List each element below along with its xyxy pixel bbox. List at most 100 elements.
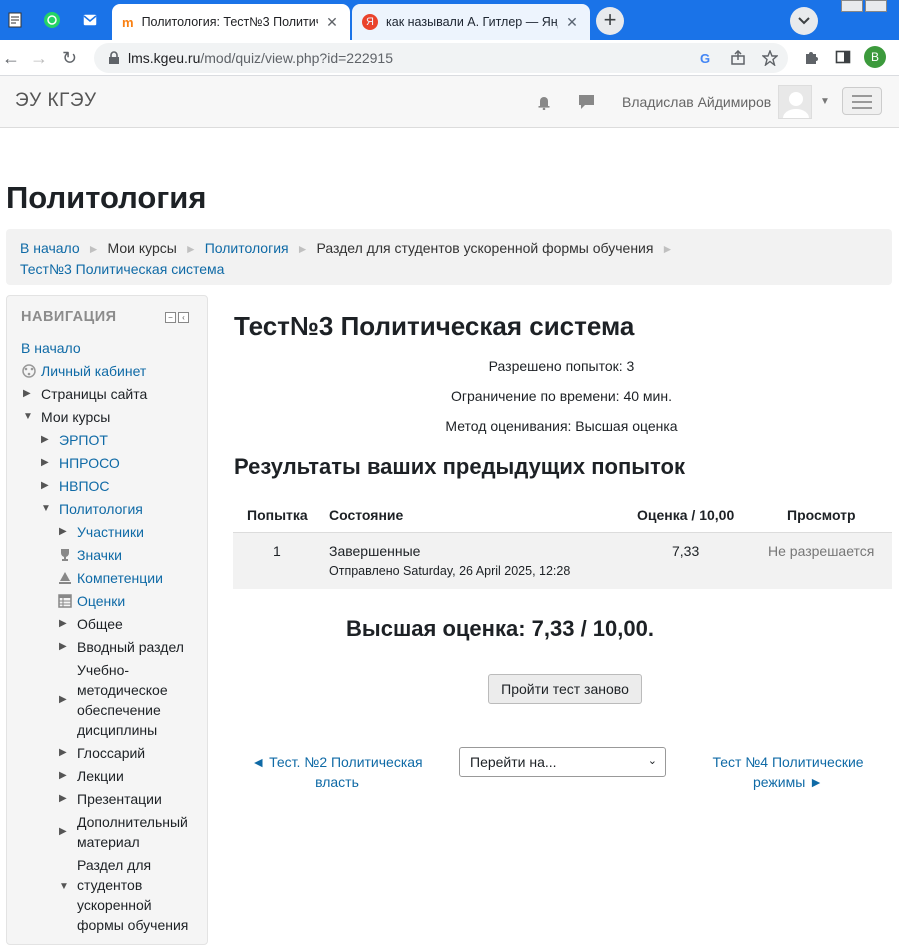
collapse-block-icon[interactable]: − [165, 312, 176, 323]
nav-item-label: Мои курсы [41, 409, 111, 425]
site-brand[interactable]: ЭУ КГЭУ [15, 90, 97, 112]
chevron-down-icon: ⌄ [647, 755, 657, 767]
best-grade: Высшая оценка: 7,33 / 10,00. [346, 616, 654, 641]
share-icon[interactable] [730, 49, 746, 71]
svg-text:G: G [700, 51, 710, 66]
breadcrumb-course[interactable]: Политология [205, 240, 289, 256]
breadcrumb-section[interactable]: Раздел для студентов ускоренной формы об… [317, 240, 654, 256]
nav-item-course-nvpos[interactable]: ▶ НВПОС [41, 476, 110, 496]
close-tab-icon[interactable]: ✕ [324, 14, 340, 31]
table-header-row: Попытка Состояние Оценка / 10,00 Просмот… [233, 497, 892, 533]
attempt-review-status: Не разрешается [768, 543, 875, 559]
dock-block-icon[interactable]: ‹ [178, 312, 189, 323]
jump-to-select[interactable]: Перейти на... ⌄ [459, 747, 666, 777]
grading-method: Метод оценивания: Высшая оценка [445, 418, 678, 434]
side-panel-icon[interactable] [835, 49, 851, 69]
nav-item-methodical-support[interactable]: ▶ Учебно-методическое обеспечение дисципл… [59, 660, 199, 740]
nav-item-badges[interactable]: Значки [55, 545, 122, 565]
profile-avatar[interactable]: B [864, 46, 886, 68]
attempts-allowed: Разрешено попыток: 3 [488, 358, 635, 374]
nav-item-dashboard[interactable]: Личный кабинет [19, 361, 146, 381]
nav-item-intro-section[interactable]: ▶ Вводный раздел [59, 637, 184, 657]
notifications-bell-icon[interactable] [536, 94, 552, 115]
nav-item-grades[interactable]: Оценки [55, 591, 125, 611]
nav-item-site-pages[interactable]: ▶ Страницы сайта [23, 384, 147, 404]
close-tab-icon[interactable]: ✕ [564, 14, 580, 31]
google-translate-icon[interactable]: G [698, 50, 714, 71]
previous-activity-link[interactable]: ◄ Тест. №2 Политическая власть [246, 752, 428, 792]
lock-icon[interactable] [108, 51, 120, 65]
nav-item-my-courses[interactable]: ▼ Мои курсы [23, 407, 110, 427]
tab-yandex-search[interactable]: Я как называли А. Гитлер — Янде ✕ [352, 4, 590, 40]
nav-item-label: Значки [77, 547, 122, 563]
nav-item-additional-material[interactable]: ▶ Дополнительный материал [59, 812, 199, 852]
breadcrumb-quiz[interactable]: Тест№3 Политическая система [20, 261, 224, 277]
nav-item-label: Лекции [77, 768, 124, 784]
nav-item-lectures[interactable]: ▶ Лекции [59, 766, 124, 786]
back-arrow-icon[interactable]: ← [2, 48, 20, 68]
minimize-icon[interactable] [841, 0, 863, 12]
user-avatar[interactable] [778, 85, 812, 119]
messages-chat-icon[interactable] [578, 94, 595, 115]
attempt-grade: 7,33 [672, 543, 700, 559]
expand-arrow-icon: ▶ [59, 641, 67, 652]
browser-tab-bar: m Политология: Тест№3 Политиче ✕ Я как н… [0, 0, 899, 40]
navigation-block: НАВИГАЦИЯ − ‹ В начало Личный кабинет ▶ С… [6, 295, 208, 945]
nav-item-course-erpot[interactable]: ▶ ЭРПОТ [41, 430, 108, 450]
nav-item-course-politology[interactable]: ▼ Политология [41, 499, 143, 519]
browser-toolbar: ← → ↻ lms.kgeu.ru/mod/quiz/view.php?id=2… [0, 40, 899, 76]
breadcrumb-separator-icon: ► [184, 242, 197, 256]
tab-search-chevron-icon[interactable] [790, 7, 818, 35]
next-activity-link[interactable]: Тест №4 Политические режимы ► [708, 752, 868, 792]
nav-item-label: Политология [59, 501, 143, 517]
expand-arrow-icon: ▶ [59, 770, 67, 781]
nav-item-label: Участники [77, 524, 144, 540]
address-bar[interactable]: lms.kgeu.ru/mod/quiz/view.php?id=222915 … [94, 43, 788, 73]
navigation-heading: НАВИГАЦИЯ [21, 309, 117, 325]
extensions-puzzle-icon[interactable] [803, 49, 819, 69]
nav-item-accelerated-section[interactable]: ▼ Раздел для студентов ускоренной формы о… [59, 855, 199, 935]
results-heading: Результаты ваших предыдущих попыток [234, 454, 685, 479]
nav-item-general[interactable]: ▶ Общее [59, 614, 123, 634]
moodle-favicon-icon: m [122, 14, 134, 30]
forward-arrow-icon[interactable]: → [30, 48, 48, 68]
pinned-tab-whatsapp-icon[interactable] [38, 6, 66, 34]
attempt-number: 1 [273, 543, 281, 559]
user-name[interactable]: Владислав Айдимиров [622, 94, 771, 110]
nav-item-label: НВПОС [59, 478, 110, 494]
retry-quiz-button[interactable]: Пройти тест заново [488, 674, 642, 704]
window-controls [839, 0, 887, 12]
nav-item-label: Общее [77, 616, 123, 632]
nav-item-glossary[interactable]: ▶ Глоссарий [59, 743, 145, 763]
hamburger-menu-button[interactable] [842, 87, 882, 115]
attempt-state: Завершенные [329, 543, 421, 559]
breadcrumb-separator-icon: ► [661, 242, 674, 256]
collapse-arrow-icon: ▼ [41, 503, 51, 514]
breadcrumb-home[interactable]: В начало [20, 240, 80, 256]
maximize-icon[interactable] [865, 0, 887, 12]
collapse-arrow-icon: ▼ [23, 411, 33, 422]
expand-arrow-icon: ▶ [59, 618, 67, 629]
pinned-tab-mail-icon[interactable] [76, 6, 104, 34]
nav-item-participants[interactable]: ▶ Участники [59, 522, 144, 542]
reload-icon[interactable]: ↻ [62, 48, 77, 68]
pinned-tab-notes-icon[interactable] [2, 6, 30, 34]
nav-item-label: Оценки [77, 593, 126, 609]
bookmark-star-icon[interactable] [761, 49, 779, 71]
nav-item-competencies[interactable]: Компетенции [55, 568, 163, 588]
tab-moodle-quiz[interactable]: m Политология: Тест№3 Политиче ✕ [112, 4, 350, 40]
user-menu-caret-icon[interactable]: ▼ [820, 96, 830, 107]
nav-item-label: Компетенции [77, 570, 163, 586]
dashboard-icon [19, 361, 39, 378]
nav-item-label: ЭРПОТ [59, 432, 108, 448]
grades-table-icon [55, 591, 75, 608]
new-tab-button[interactable]: + [596, 7, 624, 35]
nav-item-course-nproso[interactable]: ▶ НПРОСО [41, 453, 120, 473]
breadcrumb-separator-icon: ► [87, 242, 100, 256]
expand-arrow-icon: ▶ [59, 826, 67, 837]
trophy-icon [55, 545, 75, 562]
nav-item-presentations[interactable]: ▶ Презентации [59, 789, 162, 809]
breadcrumb-separator-icon: ► [296, 242, 309, 256]
column-header-attempt: Попытка [247, 507, 308, 523]
nav-item-home[interactable]: В начало [21, 338, 81, 358]
